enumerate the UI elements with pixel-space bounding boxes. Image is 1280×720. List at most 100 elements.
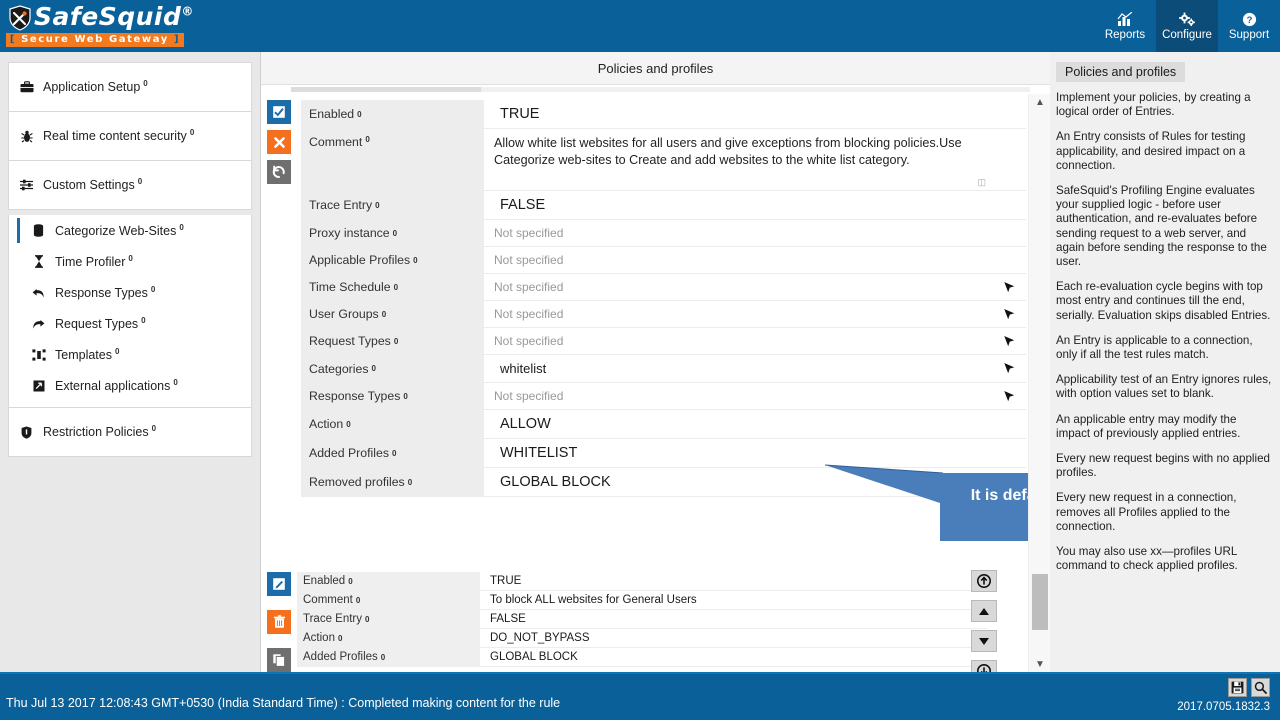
sidebar-label: External applications 0 [55,377,178,394]
sidebar-item-categorize-web-sites[interactable]: Categorize Web-Sites 0 [9,215,251,246]
field-row-user-groups: User Groups 0 Not specified [301,301,1026,328]
field-label: Response Types 0 [301,383,484,409]
revert-entry-button[interactable] [267,160,291,184]
sidebar-label: Templates 0 [55,346,120,363]
cursor-pointer-icon[interactable] [992,274,1026,300]
field-label: User Groups 0 [301,301,484,327]
sidebar-item-request-types[interactable]: Request Types 0 [9,308,251,339]
cursor-pointer-icon[interactable] [992,328,1026,354]
field-value-request-types[interactable]: Not specified [484,328,992,354]
cursor-pointer-icon[interactable] [992,383,1026,409]
move-down-button[interactable] [971,630,997,652]
sidebar-item-application-setup[interactable]: Application Setup 0 [9,63,251,111]
field-value-added-profiles[interactable]: WHITELIST [484,439,1026,467]
delete-entry-button[interactable] [267,610,291,634]
sidebar-item-external-applications[interactable]: External applications 0 [9,370,251,401]
field-value-enabled[interactable]: TRUE [484,100,1026,128]
field-value-proxy-instance[interactable]: Not specified [484,220,1026,246]
textarea-resize-grip[interactable]: ◫ [977,177,986,188]
help-paragraph: Every new request in a connection, remov… [1056,491,1237,533]
sidebar-item-real-time-content-security[interactable]: Real time content security 0 [9,112,251,160]
nav-item-configure[interactable]: Configure [1156,0,1218,52]
sidebar-group-5: Restriction Policies 0 [8,408,252,457]
brand-name: SafeSquid® [34,2,194,31]
vertical-scrollbar-thumb[interactable] [1032,574,1048,630]
duplicate-entry-button[interactable] [267,648,291,672]
nav-label-reports: Reports [1104,29,1146,41]
field-row-enabled: Enabled 0 TRUE [297,571,987,591]
help-panel: Policies and profiles Implement your pol… [1050,52,1280,672]
status-bar-buttons [1228,678,1270,697]
app-root: SafeSquid® [ Secure Web Gateway ] Report… [0,0,1280,720]
sidebar-item-restriction-policies[interactable]: Restriction Policies 0 [9,408,251,456]
entry-action-buttons [267,100,295,190]
entry-action-buttons [267,572,295,678]
edit-entry-button[interactable] [267,572,291,596]
entry-field-rows: Enabled 0 TRUE Comment 0 To block ALL webs… [297,571,987,667]
entry-field-rows: Enabled 0 TRUE Comment 0 Allow white list … [301,100,1026,497]
sidebar-label: Custom Settings 0 [43,177,143,193]
field-value-added-profiles[interactable]: GLOBAL BLOCK [480,651,987,663]
field-row-trace-entry: Trace Entry 0 FALSE [301,191,1026,220]
sidebar-item-response-types[interactable]: Response Types 0 [9,277,251,308]
field-value-user-groups[interactable]: Not specified [484,301,992,327]
field-value-time-schedule[interactable]: Not specified [484,274,992,300]
sidebar: Application Setup 0 Real time content sec… [0,52,260,672]
horizontal-scrollbar-thumb[interactable] [291,87,481,92]
field-value-comment[interactable]: Allow white list websites for all users … [484,129,1026,190]
delete-entry-button[interactable] [267,130,291,154]
field-label: Categories 0 [301,355,484,382]
cursor-pointer-icon[interactable] [992,355,1026,382]
help-paragraph: An Entry is applicable to a connection, … [1056,333,1253,362]
field-value-categories[interactable]: whitelist [484,355,992,382]
sidebar-group-4: Categorize Web-Sites 0 Time Profiler 0 Res… [8,215,252,408]
app-logo[interactable]: SafeSquid® [ Secure Web Gateway ] [6,2,193,50]
top-nav: Reports Configure ? Support [1094,0,1280,52]
nav-item-reports[interactable]: Reports [1094,0,1156,52]
field-row-action: Action 0 ALLOW [301,410,1026,439]
enabled-checkbox-button[interactable] [267,100,291,124]
scroll-up-icon[interactable]: ▲ [1029,94,1051,110]
status-message: Thu Jul 13 2017 12:08:43 GMT+0530 (India… [6,696,561,710]
sidebar-item-custom-settings[interactable]: Custom Settings 0 [9,161,251,209]
scroll-down-icon[interactable]: ▼ [1029,656,1051,672]
field-value-trace-entry[interactable]: FALSE [484,191,1026,219]
field-row-action: Action 0 DO_NOT_BYPASS [297,628,987,648]
save-button[interactable] [1228,678,1247,697]
field-row-time-schedule: Time Schedule 0 Not specified [301,274,1026,301]
help-paragraph: You may also use xx—profiles URL command… [1056,545,1238,573]
shield-logo-icon [9,5,31,31]
field-label: Proxy instance 0 [301,220,484,246]
field-row-added-profiles: Added Profiles 0 GLOBAL BLOCK [297,647,987,667]
content-vertical-scrollbar[interactable]: ▲ ▼ [1028,94,1050,672]
gears-icon [1178,11,1196,27]
field-row-applicable-profiles: Applicable Profiles 0 Not specified [301,247,1026,274]
field-value-enabled[interactable]: TRUE [480,575,987,587]
field-row-removed-profiles: Removed profiles 0 GLOBAL BLOCK [301,468,1026,497]
sidebar-item-templates[interactable]: Templates 0 [9,339,251,370]
search-button[interactable] [1251,678,1270,697]
field-value-action[interactable]: DO_NOT_BYPASS [480,632,987,644]
help-paragraph: SafeSquid's Profiling Engine evaluates y… [1056,184,1267,269]
top-bar: SafeSquid® [ Secure Web Gateway ] Report… [0,0,1280,52]
horizontal-scrollbar[interactable] [261,85,1050,94]
help-paragraph: Each re-evaluation cycle begins with top… [1056,280,1271,322]
sidebar-label: Real time content security 0 [43,128,195,144]
status-bar: Thu Jul 13 2017 12:08:43 GMT+0530 (India… [0,672,1280,720]
field-row-response-types: Response Types 0 Not specified [301,383,1026,410]
field-value-trace-entry[interactable]: FALSE [480,613,987,625]
move-to-top-button[interactable] [971,570,997,592]
cursor-pointer-icon[interactable] [992,301,1026,327]
field-value-response-types[interactable]: Not specified [484,383,992,409]
field-value-comment[interactable]: To block ALL websites for General Users [480,594,987,606]
sidebar-item-time-profiler[interactable]: Time Profiler 0 [9,246,251,277]
field-value-applicable-profiles[interactable]: Not specified [484,247,1026,273]
field-row-request-types: Request Types 0 Not specified [301,328,1026,355]
nav-item-support[interactable]: ? Support [1218,0,1280,52]
external-app-icon [31,380,46,392]
move-up-button[interactable] [971,600,997,622]
field-value-action[interactable]: ALLOW [484,410,1026,438]
help-panel-title: Policies and profiles [1056,62,1186,82]
main-content: Policies and profiles Enabled 0 TRUE Com… [260,52,1221,682]
chart-icon [1117,11,1134,27]
